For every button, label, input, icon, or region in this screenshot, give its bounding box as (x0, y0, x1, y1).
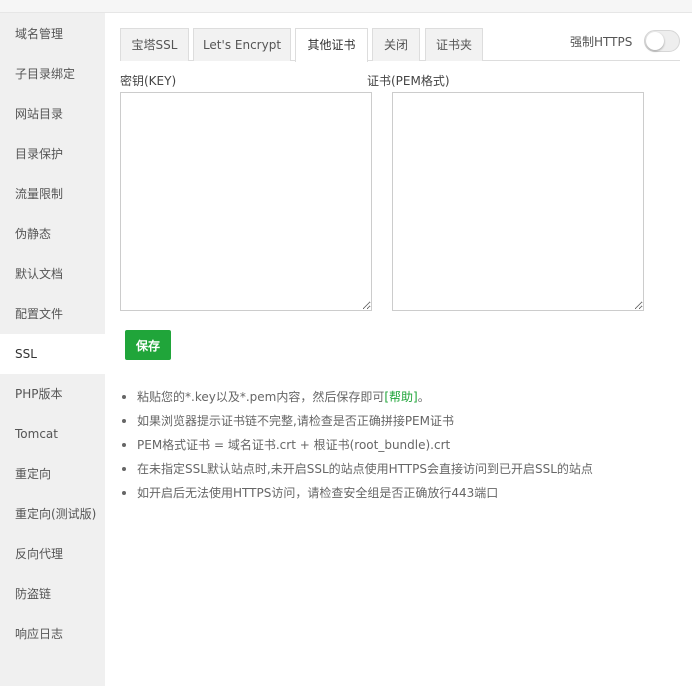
tab-cert-folder[interactable]: 证书夹 (425, 28, 483, 61)
bullet-icon (122, 419, 126, 423)
top-strip (0, 0, 692, 13)
list-item: 粘贴您的*.key以及*.pem内容，然后保存即可[帮助]。 (120, 389, 680, 413)
toggle-knob (646, 32, 664, 50)
tip-text: 粘贴您的*.key以及*.pem内容，然后保存即可 (137, 390, 385, 404)
tab-close[interactable]: 关闭 (372, 28, 420, 61)
sidebar-item-response-log[interactable]: 响应日志 (0, 614, 105, 654)
list-item: 在未指定SSL默认站点时,未开启SSL的站点使用HTTPS会直接访问到已开启SS… (120, 461, 680, 485)
sidebar-item-hotlink-protect[interactable]: 防盗链 (0, 574, 105, 614)
bullet-icon (122, 395, 126, 399)
cert-label: 证书(PEM格式) (367, 74, 450, 88)
save-button[interactable]: 保存 (125, 330, 171, 360)
tip-text: 如果浏览器提示证书链不完整,请检查是否正确拼接PEM证书 (137, 414, 454, 428)
sidebar: 域名管理 子目录绑定 网站目录 目录保护 流量限制 伪静态 默认文档 配置文件 … (0, 13, 105, 686)
list-item: 如开启后无法使用HTTPS访问，请检查安全组是否正确放行443端口 (120, 485, 680, 509)
tab-other-cert[interactable]: 其他证书 (295, 28, 368, 62)
sidebar-item-rewrite[interactable]: 伪静态 (0, 214, 105, 254)
tab-bt-ssl[interactable]: 宝塔SSL (120, 28, 189, 61)
sidebar-item-config-file[interactable]: 配置文件 (0, 294, 105, 334)
tip-text: 如开启后无法使用HTTPS访问，请检查安全组是否正确放行443端口 (137, 486, 499, 500)
bullet-icon (122, 443, 126, 447)
tips-list: 粘贴您的*.key以及*.pem内容，然后保存即可[帮助]。 如果浏览器提示证书… (120, 389, 680, 509)
tip-text-end: 。 (417, 390, 430, 404)
sidebar-item-ssl[interactable]: SSL (0, 334, 105, 374)
key-textarea[interactable] (120, 92, 372, 311)
sidebar-item-php-version[interactable]: PHP版本 (0, 374, 105, 414)
list-item: 如果浏览器提示证书链不完整,请检查是否正确拼接PEM证书 (120, 413, 680, 437)
sidebar-item-redirect[interactable]: 重定向 (0, 454, 105, 494)
sidebar-item-traffic-limit[interactable]: 流量限制 (0, 174, 105, 214)
sidebar-item-tomcat[interactable]: Tomcat (0, 414, 105, 454)
tip-text: PEM格式证书 = 域名证书.crt + 根证书(root_bundle).cr… (137, 438, 451, 452)
sidebar-item-subdir-binding[interactable]: 子目录绑定 (0, 54, 105, 94)
sidebar-item-domain[interactable]: 域名管理 (0, 14, 105, 54)
sidebar-item-dir-protect[interactable]: 目录保护 (0, 134, 105, 174)
force-https-label: 强制HTTPS (570, 35, 633, 49)
force-https-toggle[interactable] (644, 30, 680, 52)
tip-text: 在未指定SSL默认站点时,未开启SSL的站点使用HTTPS会直接访问到已开启SS… (137, 462, 593, 476)
list-item: PEM格式证书 = 域名证书.crt + 根证书(root_bundle).cr… (120, 437, 680, 461)
tab-lets-encrypt[interactable]: Let's Encrypt (193, 28, 291, 61)
sidebar-item-redirect-beta[interactable]: 重定向(测试版) (0, 494, 105, 534)
sidebar-item-reverse-proxy[interactable]: 反向代理 (0, 534, 105, 574)
sidebar-item-default-doc[interactable]: 默认文档 (0, 254, 105, 294)
help-link[interactable]: [帮助] (384, 390, 417, 404)
cert-textarea[interactable] (392, 92, 644, 311)
sidebar-item-site-dir[interactable]: 网站目录 (0, 94, 105, 134)
key-label: 密钥(KEY) (120, 74, 177, 88)
bullet-icon (122, 467, 126, 471)
bullet-icon (122, 491, 126, 495)
